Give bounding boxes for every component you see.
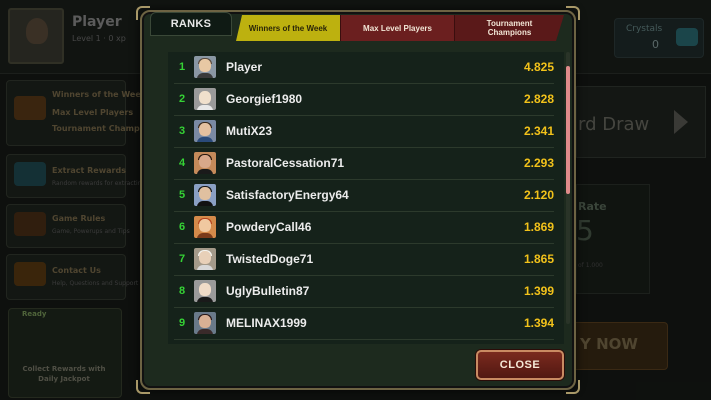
avatar-man-glasses-icon xyxy=(194,120,216,142)
corner-ornament xyxy=(566,380,580,394)
player-name: MutiX23 xyxy=(226,124,273,138)
player-score: 2.293 xyxy=(523,156,554,170)
player-score: 2.341 xyxy=(523,124,554,138)
rank-number: 7 xyxy=(178,253,186,265)
rank-number: 1 xyxy=(178,61,186,73)
tab-tournament-champions[interactable]: Tournament Champions xyxy=(454,15,564,41)
rank-number: 9 xyxy=(178,317,186,329)
avatar-bald-man-2-icon xyxy=(194,280,216,302)
scrollbar-thumb[interactable] xyxy=(566,66,570,194)
corner-ornament xyxy=(136,380,150,394)
rank-number: 2 xyxy=(178,93,186,105)
avatar-redhead-icon xyxy=(194,216,216,238)
player-name: UglyBulletin87 xyxy=(226,284,310,298)
rank-number: 4 xyxy=(178,157,186,169)
player-score: 1.869 xyxy=(523,220,554,234)
ranking-row: 8 UglyBulletin87 1.399 xyxy=(168,276,560,308)
ranking-row: 2 Georgief1980 2.828 xyxy=(168,84,560,116)
avatar-man-beard-icon xyxy=(194,152,216,174)
player-score: 2.120 xyxy=(523,188,554,202)
rank-number: 5 xyxy=(178,189,186,201)
rank-number: 3 xyxy=(178,125,186,137)
avatar-player-icon xyxy=(194,56,216,78)
player-name: Player xyxy=(226,60,263,74)
ranks-title: RANKS xyxy=(150,12,232,36)
ranking-row: 9 MELINAX1999 1.394 xyxy=(168,308,560,340)
tab-winners-of-the-week[interactable]: Winners of the Week xyxy=(236,15,340,41)
tab-tournament-champions-label: Tournament Champions xyxy=(486,19,533,37)
avatar-man-dark-icon xyxy=(194,184,216,206)
rank-number: 8 xyxy=(178,285,186,297)
ranking-list[interactable]: 1 Player 4.825 2 Georgief1980 2.828 3 Mu… xyxy=(168,52,564,344)
corner-ornament xyxy=(566,6,580,20)
avatar-woman-dark-icon xyxy=(194,312,216,334)
list-scrollbar[interactable] xyxy=(566,52,570,324)
ranking-row: 3 MutiX23 2.341 xyxy=(168,116,560,148)
close-button[interactable]: CLOSE xyxy=(476,350,564,380)
player-name: Georgief1980 xyxy=(226,92,303,106)
player-score: 1.394 xyxy=(523,316,554,330)
player-score: 1.865 xyxy=(523,252,554,266)
player-name: PastoralCessation71 xyxy=(226,156,345,170)
ranking-row: 6 PowderyCall46 1.869 xyxy=(168,212,560,244)
player-name: SatisfactoryEnergy64 xyxy=(226,188,349,202)
ranking-row: 7 TwistedDoge71 1.865 xyxy=(168,244,560,276)
player-score: 1.399 xyxy=(523,284,554,298)
ranking-row: 1 Player 4.825 xyxy=(168,52,560,84)
rank-number: 6 xyxy=(178,221,186,233)
avatar-white-hair-icon xyxy=(194,248,216,270)
ranking-row: 5 SatisfactoryEnergy64 2.120 xyxy=(168,180,560,212)
corner-ornament xyxy=(136,6,150,20)
player-name: PowderyCall46 xyxy=(226,220,312,234)
ranking-row: 4 PastoralCessation71 2.293 xyxy=(168,148,560,180)
tab-max-level-players[interactable]: Max Level Players xyxy=(340,15,454,41)
player-name: TwistedDoge71 xyxy=(226,252,314,266)
player-name: MELINAX1999 xyxy=(226,316,307,330)
player-score: 2.828 xyxy=(523,92,554,106)
player-score: 4.825 xyxy=(523,60,554,74)
avatar-bald-man-icon xyxy=(194,88,216,110)
